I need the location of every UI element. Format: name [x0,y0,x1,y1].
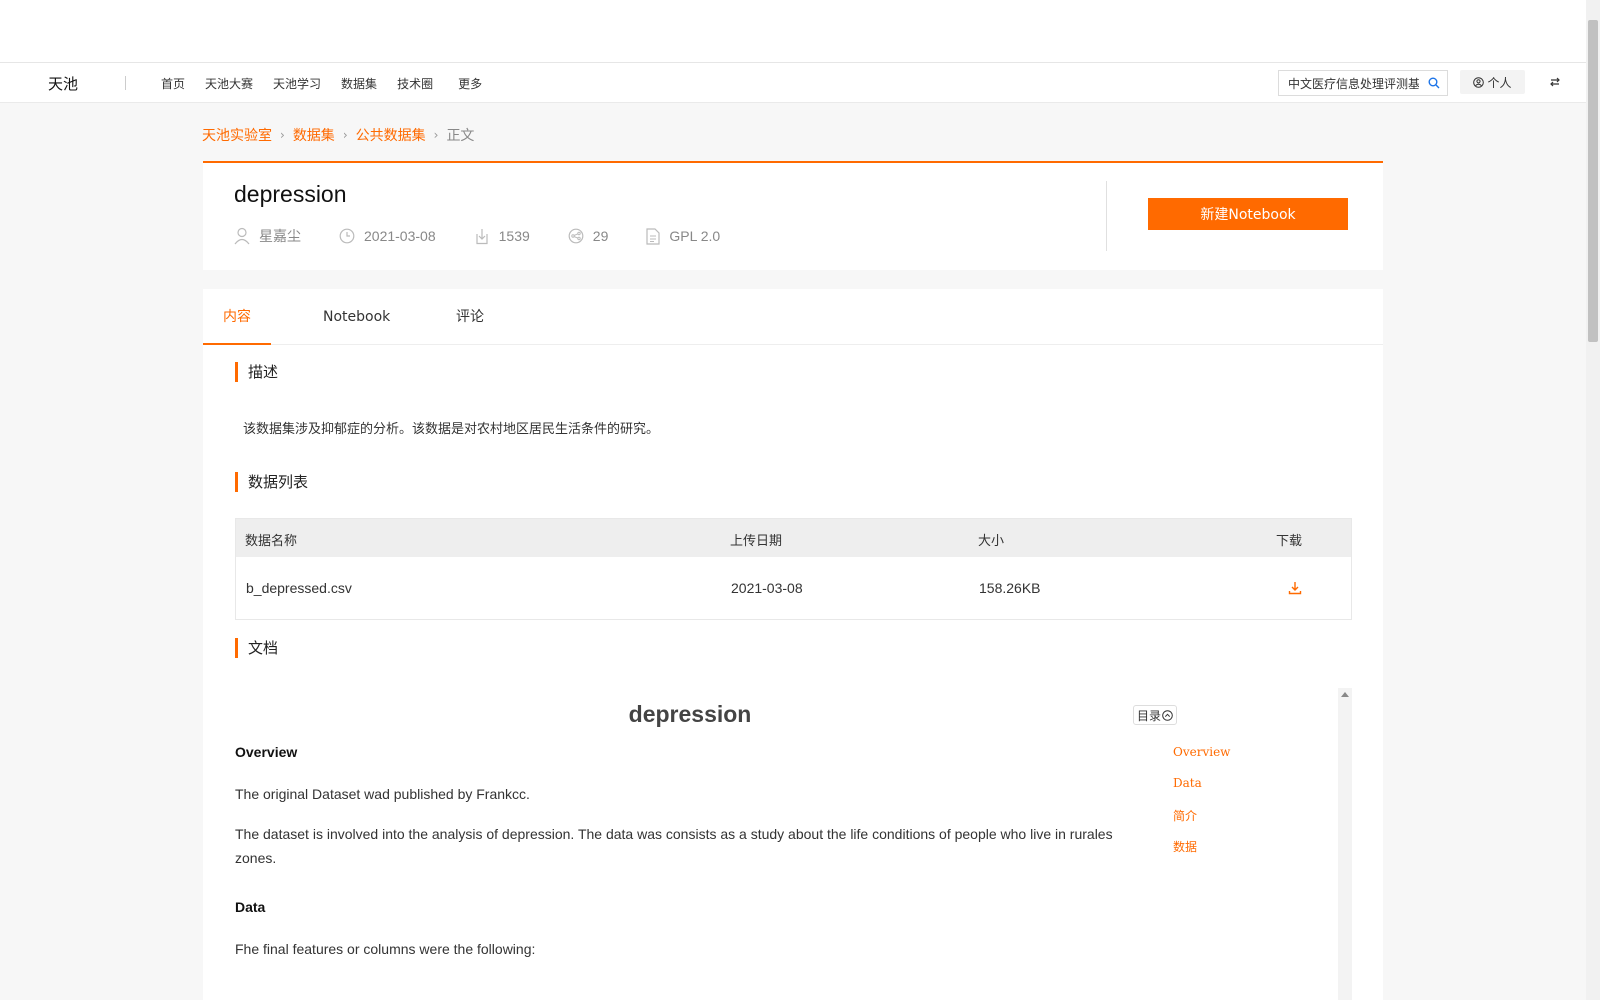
col-header-name: 数据名称 [245,534,298,549]
content-tabs: 内容 Notebook 评论 [203,289,1383,345]
chevron-right-icon: › [280,128,285,142]
nav-learning[interactable]: 天池学习 [273,75,321,92]
file-name: b_depressed.csv [246,580,352,596]
data-file-table: 数据名称 上传日期 大小 下载 b_depressed.csv 2021-03-… [235,518,1352,620]
doc-paragraph: Fhe final features or columns were the f… [235,941,536,957]
author-name[interactable]: 星嘉尘 [259,226,301,246]
publish-date: 2021-03-08 [364,228,436,244]
doc-title: depression [628,701,752,727]
user-circle-icon [1473,76,1485,88]
search-icon[interactable] [1428,77,1440,89]
description-text: 该数据集涉及抑郁症的分析。该数据是对农村地区居民生活条件的研究。 [243,422,660,437]
site-logo[interactable]: 天池 [48,73,78,94]
doc-paragraph: The dataset is involved into the analysi… [235,826,1113,866]
nav-competition[interactable]: 天池大赛 [205,75,253,92]
meta-downloads: 1539 [474,228,530,245]
dataset-meta: 星嘉尘 2021-03-08 1539 29 GPL 2.0 [234,226,758,246]
col-header-date: 上传日期 [730,534,783,549]
user-label: 个人 [1487,75,1512,90]
breadcrumb: 天池实验室 › 数据集 › 公共数据集 › 正文 [202,125,474,145]
nav-home[interactable]: 首页 [161,75,185,92]
header-divider [1106,181,1107,251]
meta-license: GPL 2.0 [646,227,721,245]
page-scrollbar-thumb[interactable] [1588,20,1598,342]
dataset-title: depression [234,181,347,207]
file-size: 158.26KB [979,580,1041,596]
tab-content[interactable]: 内容 [203,289,271,345]
license-name: GPL 2.0 [669,228,721,244]
top-navbar: 天池 首页 天池大赛 天池学习 数据集 技术圈 更多 个人 [0,63,1586,103]
share-count: 29 [592,228,609,244]
share-icon [568,228,584,244]
search-input[interactable] [1279,71,1419,95]
col-header-download: 下载 [1276,534,1303,549]
breadcrumb-lab[interactable]: 天池实验室 [202,125,272,145]
chevron-right-icon: › [342,128,348,142]
meta-shares: 29 [568,228,609,244]
doc-section-title: 文档 [235,638,278,658]
new-notebook-button[interactable]: 新建Notebook [1148,198,1348,230]
datalist-section-title: 数据列表 [235,472,308,492]
top-band [0,0,1586,63]
doc-data-heading: Data [235,899,266,915]
breadcrumb-current: 正文 [446,128,475,144]
nav-more[interactable]: 更多 [458,75,482,92]
dataset-header-card: depression 星嘉尘 2021-03-08 1539 29 GPL 2.… [203,161,1383,270]
toc-toggle-button[interactable]: 目录 [1133,705,1177,725]
search-box [1278,70,1448,96]
chevron-up-circle-icon [1162,709,1173,721]
download-count: 1539 [498,228,530,244]
table-row: b_depressed.csv 2021-03-08 158.26KB [236,557,1351,619]
switch-icon[interactable] [1549,76,1561,88]
meta-author: 星嘉尘 [234,226,301,246]
nav-tech-circle[interactable]: 技术圈 [397,75,433,92]
toc-item-intro[interactable]: 简介 [1173,807,1230,838]
toc-item-data[interactable]: Data [1173,776,1230,807]
doc-paragraph: The original Dataset wad published by Fr… [235,786,530,802]
scroll-up-arrow-icon[interactable] [1341,692,1349,697]
file-upload-date: 2021-03-08 [731,580,803,596]
table-header-row: 数据名称 上传日期 大小 下载 [236,519,1351,557]
tab-comments[interactable]: 评论 [456,289,484,345]
toc-item-overview[interactable]: Overview [1173,745,1230,776]
breadcrumb-datasets[interactable]: 数据集 [293,125,335,145]
description-section-title: 描述 [235,362,278,382]
toc-item-data-cn[interactable]: 数据 [1173,838,1230,869]
nav-links: 首页 天池大赛 天池学习 数据集 技术圈 更多 [161,63,502,103]
download-icon[interactable] [1288,581,1302,595]
document-icon [646,227,660,245]
user-icon [234,227,250,245]
meta-date: 2021-03-08 [339,228,436,244]
doc-scrollbar[interactable] [1338,688,1352,1000]
user-button[interactable]: 个人 [1460,70,1525,94]
tab-notebook[interactable]: Notebook [323,289,390,345]
chevron-right-icon: › [433,128,439,142]
nav-divider [125,76,126,90]
download-count-icon [476,228,488,244]
content-card: 描述 该数据集涉及抑郁症的分析。该数据是对农村地区居民生活条件的研究。 数据列表… [203,345,1383,1000]
toc-list: Overview Data 简介 数据 [1173,745,1230,869]
toc-label: 目录 [1136,708,1161,723]
clock-icon [339,228,355,244]
col-header-size: 大小 [978,534,1005,549]
nav-datasets[interactable]: 数据集 [341,75,377,92]
doc-overview-heading: Overview [235,744,298,760]
breadcrumb-public-datasets[interactable]: 公共数据集 [356,125,426,145]
doc-viewer: depression Overview The original Dataset… [235,688,1352,1000]
